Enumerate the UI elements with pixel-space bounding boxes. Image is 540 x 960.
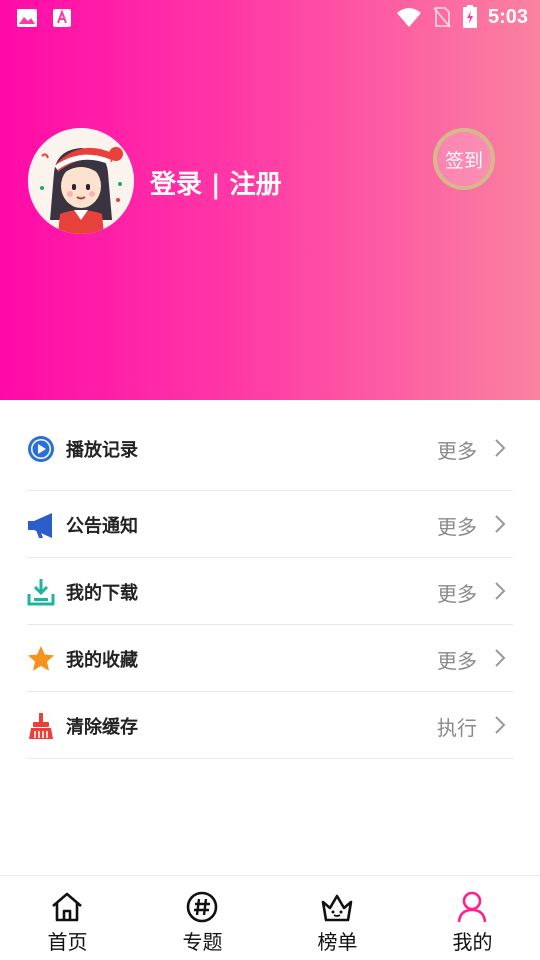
nav-tab-rankings[interactable]: 榜单	[270, 876, 405, 960]
chevron-right-icon	[495, 649, 506, 667]
nav-tab-label: 首页	[47, 930, 88, 954]
avatar[interactable]	[28, 128, 134, 234]
nav-tab-home[interactable]: 首页	[0, 876, 135, 960]
menu-item-label: 我的下载	[66, 583, 138, 604]
menu-item-downloads[interactable]: 我的下载 更多	[27, 558, 513, 625]
chevron-right-icon	[495, 439, 506, 457]
bottom-navigation: 首页 专题 榜单 我的	[0, 875, 540, 960]
status-bar: 5:03	[0, 0, 540, 36]
nav-tab-label: 榜单	[317, 930, 358, 954]
no-sim-icon	[433, 7, 451, 28]
nav-tab-label: 我的	[452, 930, 493, 954]
wifi-icon	[396, 8, 421, 27]
broom-icon	[29, 713, 53, 739]
battery-charging-icon	[462, 5, 477, 28]
home-icon	[52, 892, 82, 922]
more-link[interactable]: 更多	[437, 511, 477, 540]
nav-tab-mine[interactable]: 我的	[405, 876, 540, 960]
chevron-right-icon	[495, 582, 506, 600]
menu-item-label: 清除缓存	[66, 717, 138, 738]
status-time: 5:03	[487, 5, 528, 28]
crown-icon	[321, 894, 353, 922]
menu-item-label: 播放记录	[66, 440, 138, 461]
play-circle-icon	[28, 436, 54, 462]
menu-item-play-history[interactable]: 播放记录 更多	[27, 415, 513, 491]
signin-label: 签到	[444, 149, 483, 172]
execute-link[interactable]: 执行	[437, 712, 477, 741]
menu-item-clear-cache[interactable]: 清除缓存 执行	[27, 692, 513, 759]
more-link[interactable]: 更多	[437, 578, 477, 607]
megaphone-icon	[28, 513, 52, 538]
menu-item-announcements[interactable]: 公告通知 更多	[27, 491, 513, 558]
menu-item-favorites[interactable]: 我的收藏 更多	[27, 625, 513, 692]
profile-header: 5:03 登录 | 注册 签到	[0, 0, 540, 400]
daily-signin-button[interactable]: 签到	[433, 128, 495, 190]
star-icon	[28, 646, 54, 671]
nav-tab-topics[interactable]: 专题	[135, 876, 270, 960]
nav-tab-label: 专题	[182, 930, 223, 954]
font-download-icon	[53, 9, 71, 27]
chevron-right-icon	[495, 515, 506, 533]
login-register-link[interactable]: 登录 | 注册	[150, 164, 282, 201]
menu-item-label: 我的收藏	[66, 650, 138, 671]
more-link[interactable]: 更多	[437, 645, 477, 674]
menu-item-label: 公告通知	[66, 516, 138, 537]
hashtag-icon	[186, 891, 218, 923]
download-tray-icon	[27, 579, 55, 606]
image-icon	[17, 9, 37, 27]
girl-avatar-illustration	[28, 128, 134, 234]
chevron-right-icon	[495, 716, 506, 734]
profile-icon	[457, 891, 487, 923]
more-link[interactable]: 更多	[437, 435, 477, 464]
